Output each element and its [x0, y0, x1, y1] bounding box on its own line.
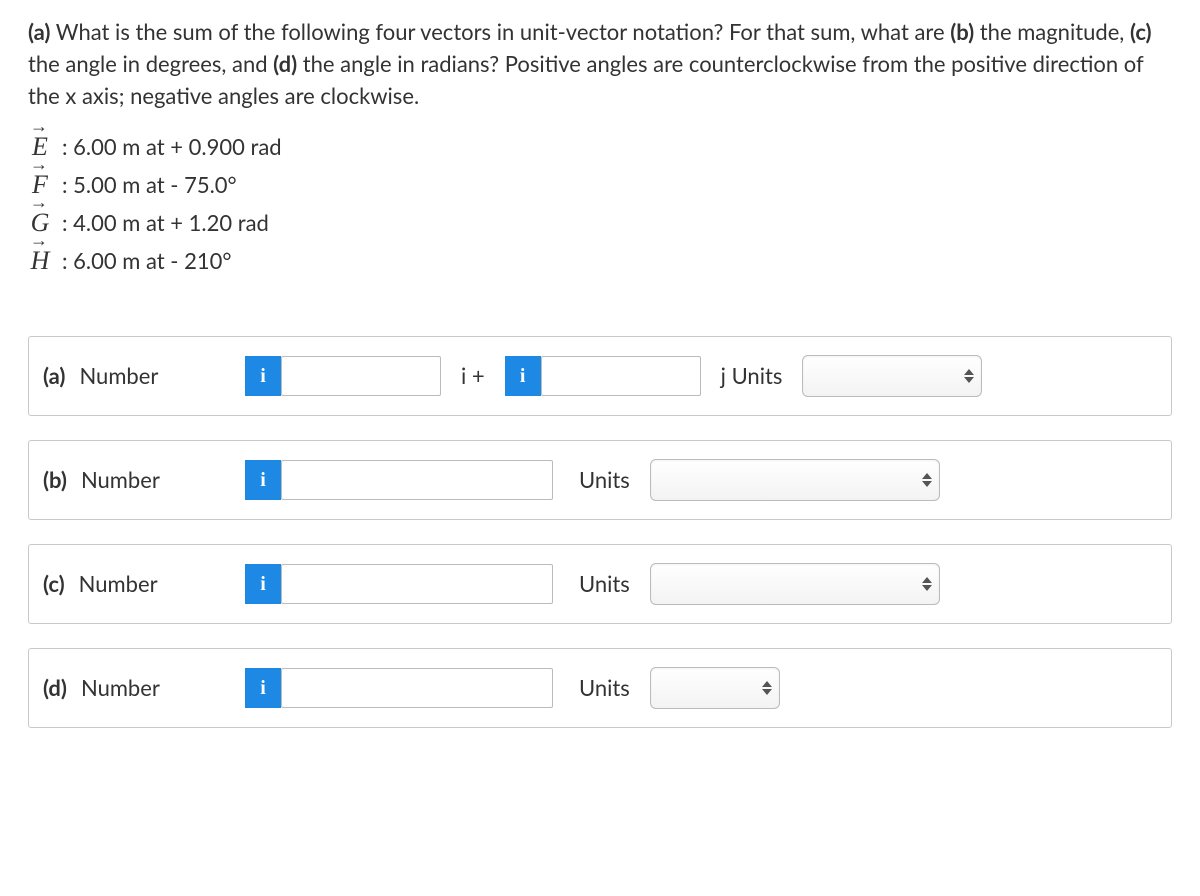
vector-e: E : 6.00 m at + 0.900 rad: [28, 132, 1172, 162]
part-d-label: (d): [43, 674, 67, 701]
units-select-d[interactable]: [650, 667, 780, 709]
info-icon[interactable]: i: [245, 668, 281, 708]
info-icon[interactable]: i: [245, 564, 281, 604]
input-b[interactable]: [281, 460, 553, 500]
info-icon[interactable]: i: [505, 356, 541, 396]
part-c-label: (c): [43, 570, 65, 597]
part-b-label: (b): [43, 466, 67, 493]
vector-e-desc: : 6.00 m at + 0.900 rad: [62, 133, 282, 160]
number-label-d: Number: [81, 674, 160, 701]
vector-h: H : 6.00 m at - 210°: [28, 246, 1172, 276]
units-select-c[interactable]: [650, 563, 940, 605]
vector-g-desc: : 4.00 m at + 1.20 rad: [62, 209, 269, 236]
vector-h-symbol: H: [28, 246, 52, 276]
vector-g: G : 4.00 m at + 1.20 rad: [28, 208, 1172, 238]
input-a-i[interactable]: [281, 356, 441, 396]
part-c-bold: (c): [1130, 18, 1152, 45]
answer-row-a: (a) Number i i + i j Units: [28, 336, 1172, 416]
units-label-c: Units: [579, 570, 630, 597]
units-select-a[interactable]: [802, 355, 982, 397]
units-label-b: Units: [579, 466, 630, 493]
info-icon[interactable]: i: [245, 356, 281, 396]
input-d[interactable]: [281, 668, 553, 708]
part-b-bold: (b): [950, 18, 974, 45]
question-text: (a) What is the sum of the following fou…: [28, 16, 1172, 112]
q-mid1: the magnitude,: [974, 18, 1130, 45]
part-a-label: (a): [43, 362, 65, 389]
input-c[interactable]: [281, 564, 553, 604]
answer-row-b: (b) Number i Units: [28, 440, 1172, 520]
answer-row-c: (c) Number i Units: [28, 544, 1172, 624]
answer-row-d: (d) Number i Units: [28, 648, 1172, 728]
number-label-b: Number: [81, 466, 160, 493]
q-mid2: the angle in degrees, and: [28, 50, 273, 77]
number-label-a: Number: [79, 362, 158, 389]
part-a-bold: (a): [28, 18, 50, 45]
part-d-bold: (d): [273, 50, 297, 77]
number-label-c: Number: [79, 570, 158, 597]
vector-h-desc: : 6.00 m at - 210°: [62, 247, 231, 274]
vector-f-desc: : 5.00 m at - 75.0°: [62, 171, 237, 198]
vector-list: E : 6.00 m at + 0.900 rad F : 5.00 m at …: [28, 132, 1172, 276]
units-label-d: Units: [579, 674, 630, 701]
j-units-label: j Units: [721, 362, 783, 389]
info-icon[interactable]: i: [245, 460, 281, 500]
q-intro: What is the sum of the following four ve…: [50, 18, 950, 45]
units-select-b[interactable]: [650, 459, 940, 501]
i-plus-label: i +: [461, 362, 485, 389]
input-a-j[interactable]: [541, 356, 701, 396]
vector-f: F : 5.00 m at - 75.0°: [28, 170, 1172, 200]
